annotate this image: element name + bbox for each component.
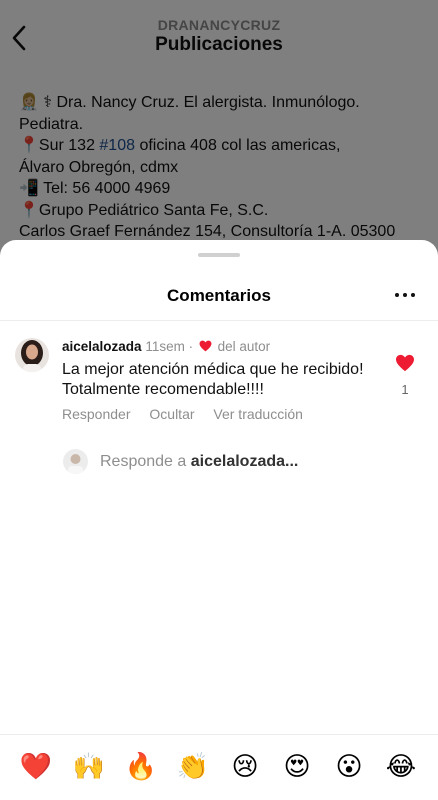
crying-emoji-button[interactable]: 😢 (227, 748, 263, 784)
author-liked-heart-icon (199, 340, 212, 352)
hide-button[interactable]: Ocultar (149, 406, 194, 422)
comment-text: La mejor atención médica que he recibido… (62, 361, 364, 398)
fire-emoji-button[interactable]: 🔥 (123, 748, 159, 784)
comment-username[interactable]: aicelalozada (62, 339, 142, 354)
sheet-title: Comentarios (167, 286, 271, 305)
comment-meta: aicelalozada 11sem · del autor (62, 339, 271, 354)
avatar-image-icon (15, 338, 49, 372)
comment-item: aicelalozada 11sem · del autor La mejor … (0, 338, 438, 428)
emoji-quick-bar: ❤️ 🙌 🔥 👏 😢 😍 😮 😂 (0, 748, 438, 788)
heart-emoji-button[interactable]: ❤️ (18, 748, 54, 784)
reply-placeholder[interactable]: Responde a aicelalozada... (100, 453, 298, 471)
avatar[interactable] (15, 338, 49, 372)
divider (0, 734, 438, 735)
translate-button[interactable]: Ver traducción (213, 406, 303, 422)
clapping-emoji-button[interactable]: 👏 (175, 748, 211, 784)
like-count: 1 (401, 382, 409, 397)
raising-hands-emoji-button[interactable]: 🙌 (71, 748, 107, 784)
laughing-emoji-button[interactable]: 😂 (383, 748, 419, 784)
heart-eyes-emoji-button[interactable]: 😍 (279, 748, 315, 784)
like-heart-icon[interactable] (395, 354, 415, 372)
surprised-emoji-button[interactable]: 😮 (331, 748, 367, 784)
author-liked-label: del autor (217, 339, 271, 354)
sheet-grabber[interactable] (198, 253, 240, 257)
divider (0, 320, 438, 321)
comment-actions: Responder Ocultar Ver traducción (62, 406, 318, 422)
avatar-image-icon (63, 449, 88, 474)
current-user-avatar (63, 449, 88, 474)
comment-time: 11sem (145, 339, 185, 354)
more-options-icon[interactable] (395, 293, 415, 299)
reply-input-row[interactable]: Responde a aicelalozada... (0, 448, 438, 478)
comments-sheet: Comentarios aicelalozada 11sem · del aut… (0, 240, 438, 800)
reply-button[interactable]: Responder (62, 406, 131, 422)
